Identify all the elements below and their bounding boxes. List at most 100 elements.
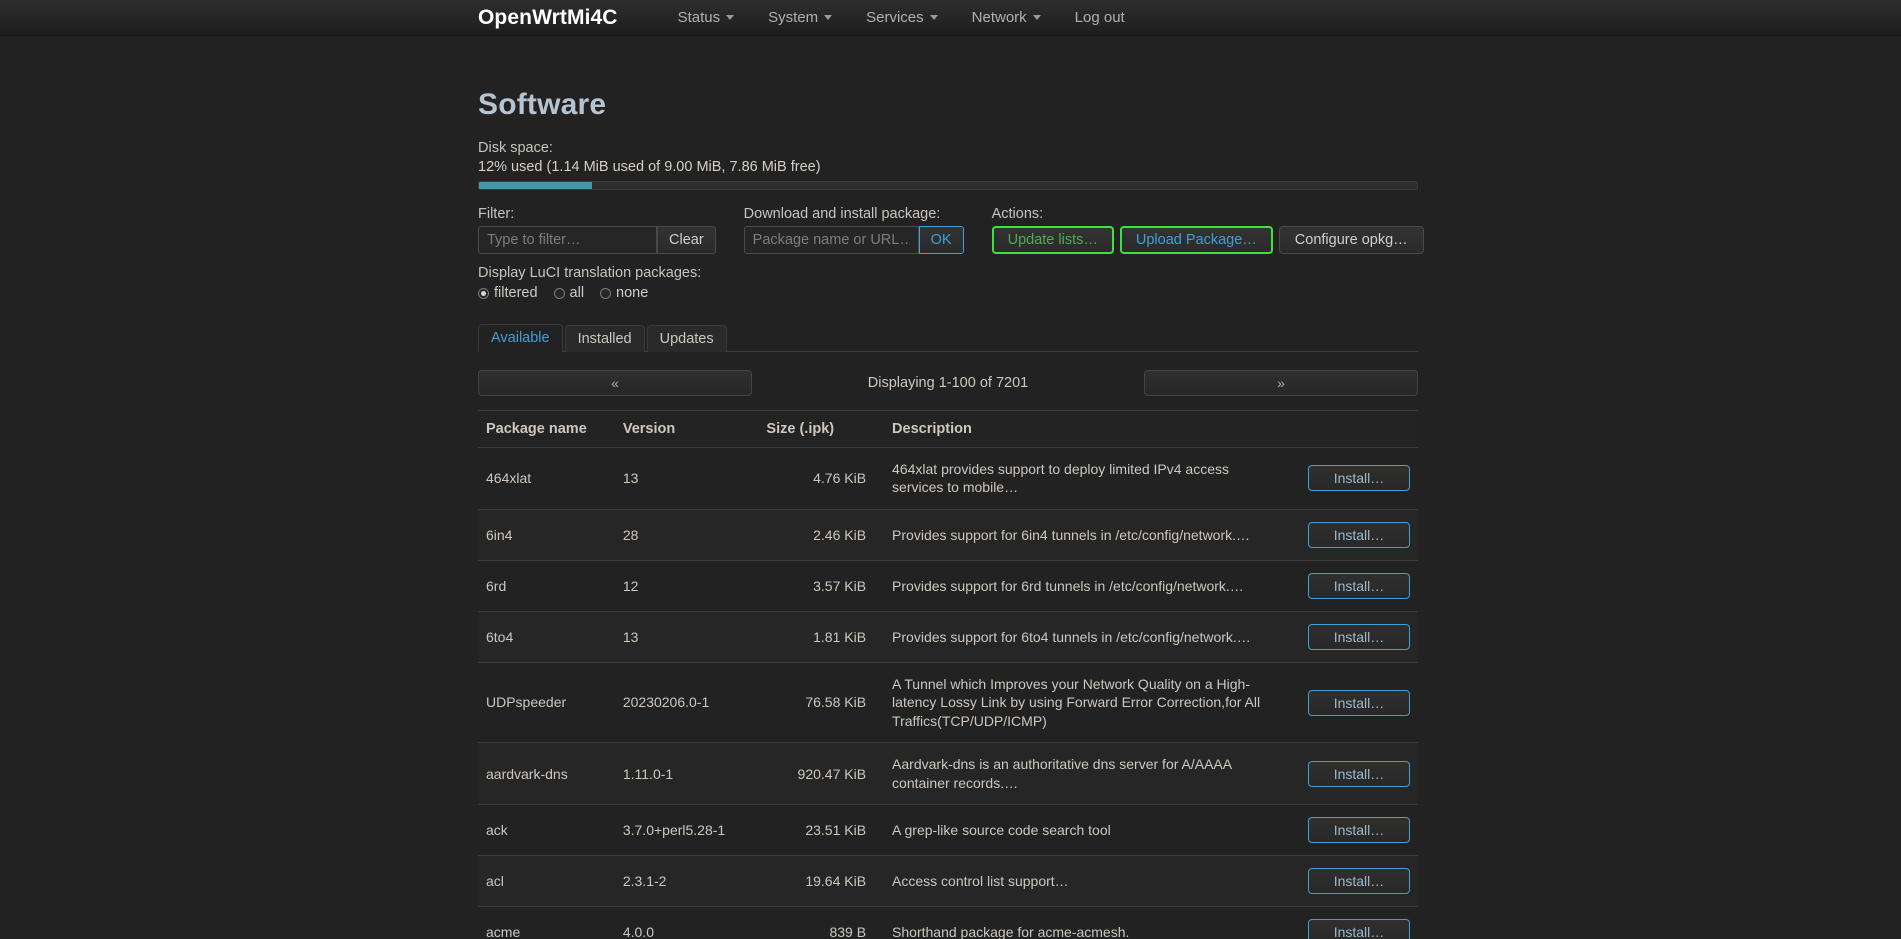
cell-size: 19.64 KiB (758, 855, 885, 908)
filter-input-group: Clear (478, 226, 716, 254)
nav-item-system-label: System (768, 9, 819, 26)
download-block: Download and install package: OK (743, 206, 964, 254)
install-button[interactable]: Install… (1308, 689, 1410, 716)
upload-package-button[interactable]: Upload Package… (1119, 226, 1273, 254)
install-button[interactable]: Install… (1308, 760, 1410, 787)
cell-version: 4.0.0 (614, 906, 759, 939)
radio-filtered-label: filtered (494, 285, 538, 301)
packages-table: Package name Version Size (.ipk) Descrip… (478, 410, 1418, 939)
disk-space-section: Disk space: 12% used (1.14 MiB used of 9… (478, 140, 1418, 190)
table-row: aardvark-dns 1.11.0-1 920.47 KiB Aardvark-d… (478, 742, 1418, 806)
tab-installed[interactable]: Installed (564, 325, 645, 352)
cell-version: 13 (614, 447, 759, 510)
cell-description: Access control list support… (884, 855, 1277, 908)
install-button[interactable]: Install… (1308, 521, 1410, 548)
cell-package-name: acme (478, 906, 615, 939)
cell-package-name: UDPspeeder (478, 662, 615, 744)
install-button[interactable]: Install… (1308, 919, 1410, 939)
install-button[interactable]: Install… (1308, 572, 1410, 599)
cell-description: Shorthand package for acme-acmesh. (884, 906, 1277, 939)
actions-block: Actions: Update lists… Upload Package… C… (991, 206, 1430, 254)
cell-description: A grep-like source code search tool (884, 804, 1277, 857)
nav-item-logout-label: Log out (1074, 9, 1125, 26)
install-button[interactable]: Install… (1308, 817, 1410, 844)
cell-package-name: acl (478, 855, 615, 908)
page-content: Software Disk space: 12% used (1.14 MiB … (478, 36, 1424, 939)
pagination-row: « Displaying 1-100 of 7201 » (478, 370, 1418, 396)
nav-item-logout[interactable]: Log out (1058, 0, 1142, 36)
cell-actions: Install… (1276, 611, 1418, 663)
chevron-down-icon (1032, 15, 1041, 20)
nav-item-status[interactable]: Status (661, 0, 752, 36)
download-label: Download and install package: (743, 206, 941, 222)
cell-size: 76.58 KiB (758, 662, 885, 744)
nav-item-system[interactable]: System (751, 0, 849, 36)
cell-size: 3.57 KiB (758, 560, 885, 612)
chevron-down-icon (824, 15, 833, 20)
cell-size: 23.51 KiB (758, 804, 885, 857)
cell-actions: Install… (1276, 855, 1418, 908)
cell-version: 13 (614, 611, 759, 663)
table-row: acme 4.0.0 839 B Shorthand package for acme… (478, 906, 1418, 939)
cell-package-name: ack (478, 804, 615, 857)
column-header-package-name: Package name (478, 410, 615, 448)
pagination-info: Displaying 1-100 of 7201 (867, 375, 1029, 391)
cell-description: 464xlat provides support to deploy limit… (884, 447, 1277, 510)
nav-item-status-label: Status (677, 9, 721, 26)
table-row: 6rd 12 3.57 KiB Provides support for 6rd tu… (478, 560, 1418, 612)
cell-size: 920.47 KiB (758, 742, 885, 806)
update-lists-button[interactable]: Update lists… (991, 226, 1114, 254)
translation-radio-group: filtered all none (478, 285, 1418, 301)
install-button[interactable]: Install… (1308, 868, 1410, 895)
filter-block: Filter: Clear (478, 206, 716, 254)
package-url-input[interactable] (743, 226, 919, 254)
brand-title[interactable]: OpenWrtMi4C (478, 6, 618, 30)
next-page-button[interactable]: » (1143, 370, 1418, 396)
packages-table-body: 464xlat 13 4.76 KiB 464xlat provides suppor… (478, 447, 1418, 939)
tab-updates[interactable]: Updates (646, 325, 727, 352)
table-row: 6in4 28 2.46 KiB Provides support for 6in4 … (478, 509, 1418, 561)
radio-empty-icon (600, 287, 612, 299)
previous-page-button[interactable]: « (478, 370, 752, 396)
cell-version: 1.11.0-1 (614, 742, 759, 806)
radio-all-label: all (569, 285, 585, 301)
cell-actions: Install… (1276, 742, 1418, 806)
filter-label: Filter: (478, 206, 515, 222)
cell-package-name: 6in4 (478, 509, 615, 561)
actions-buttons-row: Update lists… Upload Package… Configure … (991, 226, 1430, 254)
cell-size: 4.76 KiB (758, 447, 885, 510)
radio-filtered[interactable]: filtered (478, 285, 538, 301)
download-ok-button[interactable]: OK (918, 226, 964, 254)
cell-size: 839 B (758, 906, 885, 939)
install-button[interactable]: Install… (1308, 465, 1410, 492)
table-row: 464xlat 13 4.76 KiB 464xlat provides suppor… (478, 447, 1418, 510)
table-row: acl 2.3.1-2 19.64 KiB Access control list s… (478, 855, 1418, 908)
cell-version: 3.7.0+perl5.28-1 (614, 804, 759, 857)
column-header-description: Description (884, 410, 1277, 448)
nav-item-network[interactable]: Network (955, 0, 1058, 36)
clear-filter-button[interactable]: Clear (657, 226, 716, 254)
disk-usage-progressbar (478, 181, 1418, 190)
controls-row: Filter: Clear Download and install packa… (478, 206, 1424, 254)
nav-item-services-label: Services (866, 9, 924, 26)
cell-version: 12 (614, 560, 759, 612)
install-button[interactable]: Install… (1308, 623, 1410, 650)
disk-space-label: Disk space: (478, 140, 553, 156)
configure-opkg-button[interactable]: Configure opkg… (1278, 226, 1424, 254)
radio-none[interactable]: none (600, 285, 648, 301)
cell-package-name: 6to4 (478, 611, 615, 663)
download-input-group: OK (743, 226, 964, 254)
radio-all[interactable]: all (553, 285, 585, 301)
packages-table-head: Package name Version Size (.ipk) Descrip… (478, 410, 1418, 448)
tab-available[interactable]: Available (478, 324, 563, 352)
cell-actions: Install… (1276, 509, 1418, 561)
filter-input[interactable] (478, 226, 657, 254)
cell-actions: Install… (1276, 447, 1418, 510)
nav-item-services[interactable]: Services (849, 0, 955, 36)
column-header-version: Version (614, 410, 759, 448)
page-title: Software (478, 88, 607, 121)
cell-description: A Tunnel which Improves your Network Qua… (884, 662, 1277, 744)
disk-usage-progressbar-fill (479, 182, 592, 189)
column-header-size: Size (.ipk) (758, 410, 885, 448)
cell-description: Provides support for 6in4 tunnels in /et… (884, 509, 1277, 561)
